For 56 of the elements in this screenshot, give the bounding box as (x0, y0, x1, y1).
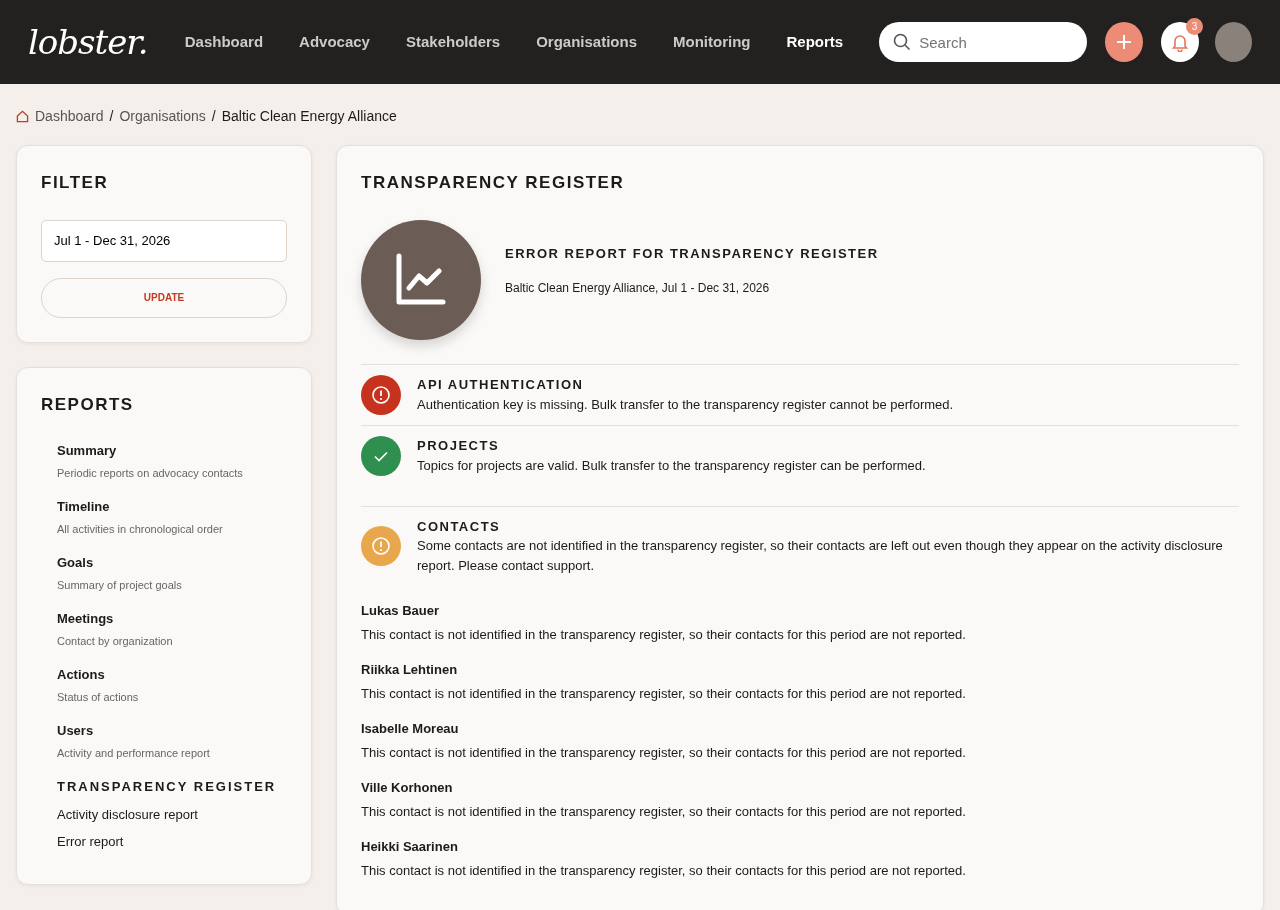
report-description: Contact by organization (57, 633, 174, 649)
report-link[interactable]: Meetings (57, 609, 287, 629)
breadcrumb-separator: / (109, 107, 114, 126)
check-message: Some contacts are not identified in the transparency register, so their contacts are left out even though they appear on the activity disclosure report. Please contact support. (417, 537, 1224, 575)
report-description: Periodic reports on advocacy contacts (57, 465, 244, 481)
check-title: PROJECTS (417, 437, 501, 455)
nav-link[interactable]: Dashboard (184, 24, 264, 60)
report-link[interactable]: Actions (57, 665, 287, 685)
check-message: Topics for projects are valid. Bulk transfer to the transparency register can be performed. (417, 456, 926, 475)
nav-link[interactable]: Advocacy (299, 24, 370, 60)
contact-name: Heikki Saarinen (361, 838, 459, 856)
nav-link[interactable]: Monitoring (673, 24, 751, 60)
check-title: API AUTHENTICATION (417, 376, 585, 394)
report-description: Status of actions (57, 689, 140, 705)
report-link[interactable]: Activity disclosure report (57, 804, 287, 824)
contact-name: Riikka Lehtinen (361, 661, 459, 679)
contact-message: This contact is not identified in the transparency register, so their contacts for this period are not reported. (361, 684, 967, 703)
report-description: Activity and performance report (57, 745, 211, 761)
plus-icon (1116, 34, 1133, 50)
contact-name: Ville Korhonen (361, 779, 454, 797)
panel-title: TRANSPARENCY REGISTER (361, 172, 626, 194)
add-button[interactable] (1105, 22, 1144, 62)
breadcrumb-current: Baltic Clean Energy Alliance (221, 107, 397, 126)
avatar[interactable] (1215, 22, 1252, 62)
panel-title: FILTER (41, 172, 110, 194)
search-field[interactable]: Search (879, 22, 1088, 62)
report-title: ERROR REPORT FOR TRANSPARENCY REGISTER (505, 244, 879, 263)
contact-message: This contact is not identified in the transparency register, so their contacts for this period are not reported. (361, 625, 967, 644)
breadcrumb-link[interactable]: Organisations (119, 106, 206, 127)
contact-message: This contact is not identified in the transparency register, so their contacts for this period are not reported. (361, 743, 967, 762)
contact-message: This contact is not identified in the transparency register, so their contacts for this period are not reported. (361, 861, 967, 880)
report-link[interactable]: Summary (57, 441, 287, 461)
report-link[interactable]: Goals (57, 553, 287, 573)
nav-link[interactable]: Organisations (536, 24, 638, 60)
nav-link[interactable]: Reports (786, 24, 844, 60)
check-title: CONTACTS (417, 517, 502, 536)
breadcrumb-separator: / (211, 107, 216, 126)
nav-link[interactable]: Stakeholders (405, 24, 501, 60)
report-link[interactable]: Users (57, 721, 287, 741)
section-heading: TRANSPARENCY REGISTER (57, 778, 278, 796)
date-range-field[interactable]: Jul 1 - Dec 31, 2026 (41, 219, 287, 262)
contact-message: This contact is not identified in the transparency register, so their contacts for this period are not reported. (361, 802, 967, 821)
report-description: All activities in chronological order (57, 521, 224, 537)
report-description: Summary of project goals (57, 577, 183, 593)
panel-title: REPORTS (41, 393, 135, 416)
contact-name: Lukas Bauer (361, 602, 441, 620)
report-link[interactable]: Error report (57, 832, 287, 852)
check-message: Authentication key is missing. Bulk transfer to the transparency register cannot be performed. (417, 395, 954, 414)
breadcrumb-link[interactable]: Dashboard (35, 106, 104, 127)
home-icon (16, 110, 29, 123)
report-subtitle: Baltic Clean Energy Alliance, Jul 1 - Dec 31, 2026 (505, 280, 771, 297)
bell-icon (1170, 32, 1191, 52)
logo[interactable]: lobster. (28, 16, 167, 68)
contact-name: Isabelle Moreau (361, 720, 460, 738)
notification-badge: 3 (1186, 18, 1203, 35)
report-link[interactable]: Timeline (57, 497, 287, 517)
